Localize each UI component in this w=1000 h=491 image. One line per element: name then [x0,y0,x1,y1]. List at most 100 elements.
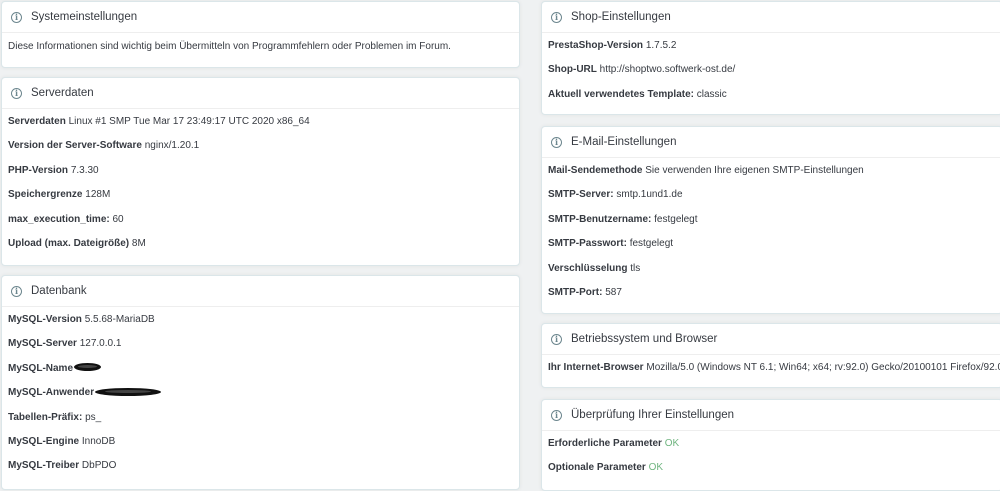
info-row: Version der Server-Software nginx/1.20.1 [8,134,513,158]
info-circle-icon: i [551,409,562,421]
panel-server-data: i Serverdaten Serverdaten Linux #1 SMP T… [1,77,520,266]
row-label: Version der Server-Software [8,140,142,152]
panel-header: i Überprüfung Ihrer Einstellungen [542,400,1000,431]
row-value: Mozilla/5.0 (Windows NT 6.1; Win64; x64;… [646,362,1000,373]
row-value: nginx/1.20.1 [144,140,200,152]
row-label: SMTP-Port: [548,286,603,298]
info-row: Mail-Sendemethode Sie verwenden Ihre eig… [548,159,996,183]
row-value: classic [696,88,727,100]
info-row: MySQL-Version 5.5.68-MariaDB [8,308,513,332]
row-label: max_execution_time: [8,213,110,225]
panel-shop-settings: i Shop-Einstellungen PrestaShop-Version … [541,1,1000,115]
row-label: Upload (max. Dateigröße) [8,237,130,249]
row-value: 8M [131,237,146,249]
status-ok: OK [664,438,680,449]
row-value: 128M [85,189,111,201]
redaction-scribble [74,363,102,372]
info-row: Speichergrenze 128M [8,183,513,207]
panel-os-browser: i Betriebssystem und Browser Ihr Interne… [541,323,1000,388]
panel-header: i E-Mail-Einstellungen [542,127,1000,158]
panel-title: Betriebssystem und Browser [571,333,718,345]
panel-description: Diese Informationen sind wichtig beim Üb… [8,33,513,61]
row-value: Sie verwenden Ihre eigenen SMTP-Einstell… [645,165,864,176]
row-label: MySQL-Name [8,362,74,374]
row-value: tls [630,262,641,274]
info-circle-icon: i [551,333,562,345]
panel-header: i Serverdaten [2,78,519,109]
row-label: PHP-Version [8,164,69,176]
info-row: SMTP-Server: smtp.1und1.de [548,183,996,207]
row-value: ps_ [85,411,102,423]
row-value: http://shoptwo.softwerk-ost.de/ [599,64,736,76]
panel-header: i Datenbank [2,276,519,307]
panel-mail-settings: i E-Mail-Einstellungen Mail-Sendemethode… [541,126,1000,314]
row-value: smtp.1und1.de [616,189,683,201]
row-label: SMTP-Server: [548,189,614,201]
panel-title: Serverdaten [31,87,94,99]
row-label: MySQL-Server [8,338,77,350]
info-row: MySQL-Anwender [8,381,513,405]
info-circle-icon: i [11,87,22,99]
row-value: 60 [112,213,124,225]
panel-settings-check: i Überprüfung Ihrer Einstellungen Erford… [541,399,1000,491]
row-label: MySQL-Treiber [8,460,80,472]
row-value: DbPDO [81,460,117,472]
panel-title: Systemeinstellungen [31,11,138,23]
row-label: Mail-Sendemethode [548,165,643,176]
info-circle-icon: i [11,285,22,297]
row-label: Speichergrenze [8,189,83,201]
info-row: PrestaShop-Version 1.7.5.2 [548,34,996,58]
row-label: SMTP-Benutzername: [548,213,652,225]
row-label: PrestaShop-Version [548,40,644,51]
info-row: MySQL-Treiber DbPDO [8,454,513,478]
row-value: InnoDB [81,435,116,447]
panel-title: Datenbank [31,285,87,297]
panel-system-settings: i Systemeinstellungen Diese Informatione… [1,1,520,68]
row-value: 1.7.5.2 [645,40,677,51]
info-row: MySQL-Name [8,357,513,381]
panel-header: i Systemeinstellungen [2,2,519,33]
row-value: 5.5.68-MariaDB [84,314,155,325]
info-row: Serverdaten Linux #1 SMP Tue Mar 17 23:4… [8,110,513,134]
row-value: 7.3.30 [70,164,99,176]
row-label: MySQL-Anwender [8,387,95,399]
panel-title: E-Mail-Einstellungen [571,136,677,148]
row-label: SMTP-Passwort: [548,238,627,250]
redaction-scribble [95,387,162,396]
row-value: festgelegt [629,238,674,250]
panel-title: Shop-Einstellungen [571,11,671,23]
row-label: Aktuell verwendetes Template: [548,88,694,100]
panel-database: i Datenbank MySQL-Version 5.5.68-MariaDB… [1,275,520,490]
row-value: Linux #1 SMP Tue Mar 17 23:49:17 UTC 202… [68,116,310,127]
status-ok: OK [648,462,664,474]
info-row: MySQL-Engine InnoDB [8,430,513,454]
info-row: Upload (max. Dateigröße) 8M [8,232,513,256]
info-row: PHP-Version 7.3.30 [8,159,513,183]
row-value: 127.0.0.1 [79,338,122,350]
info-row: Ihr Internet-Browser Mozilla/5.0 (Window… [548,356,1000,380]
info-row: max_execution_time: 60 [8,208,513,232]
row-label: Erforderliche Parameter [548,438,662,449]
info-circle-icon: i [11,11,22,23]
row-label: Tabellen-Präfix: [8,411,83,423]
info-row: Optionale Parameter OK [548,456,996,480]
info-row: MySQL-Server 127.0.0.1 [8,332,513,356]
row-label: MySQL-Version [8,314,82,325]
info-row: SMTP-Benutzername: festgelegt [548,208,996,232]
row-label: Optionale Parameter [548,462,646,474]
row-label: Ihr Internet-Browser [548,362,644,373]
row-label: Serverdaten [8,116,66,127]
panel-header: i Betriebssystem und Browser [542,324,1000,355]
row-value: Diese Informationen sind wichtig beim Üb… [8,41,451,52]
panel-title: Überprüfung Ihrer Einstellungen [571,409,735,421]
row-label: Shop-URL [548,64,597,76]
info-row: Shop-URL http://shoptwo.softwerk-ost.de/ [548,58,996,82]
info-row: Aktuell verwendetes Template: classic [548,83,996,107]
info-row: SMTP-Port: 587 [548,281,996,305]
info-row: Verschlüsselung tls [548,257,996,281]
info-circle-icon: i [551,11,562,23]
info-row: Tabellen-Präfix: ps_ [8,406,513,430]
info-row: SMTP-Passwort: festgelegt [548,232,996,256]
info-circle-icon: i [551,136,562,148]
row-label: Verschlüsselung [548,262,628,274]
